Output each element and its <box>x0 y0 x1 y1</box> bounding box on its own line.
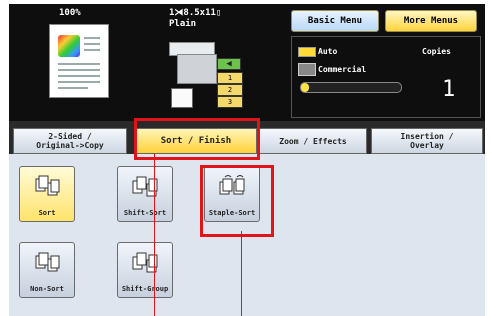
non-sort-icon <box>35 252 60 272</box>
sort-option[interactable]: Sort <box>19 166 75 222</box>
copier-machine-icon: ◀ 1 2 3 <box>169 42 243 118</box>
tab-2-sided[interactable]: 2-Sided / Original->Copy <box>13 128 127 154</box>
basic-menu-button[interactable]: Basic Menu <box>291 10 379 32</box>
original-mode-label: Commercial <box>318 65 367 74</box>
sort-icon <box>35 175 60 196</box>
sort-finish-tab-highlight <box>134 118 260 160</box>
non-sort-label: Non-Sort <box>30 285 64 293</box>
shift-sort-option[interactable]: Shift-Sort <box>117 166 173 222</box>
original-preview-icon <box>49 24 109 98</box>
staple-sort-highlight <box>200 165 274 237</box>
original-mode-icon <box>298 63 316 76</box>
copier-touch-panel: 100% 1⧕8.5x11▯ Plain ◀ 1 2 3 Basic Menu … <box>9 4 485 316</box>
status-panel: 100% 1⧕8.5x11▯ Plain ◀ 1 2 3 Basic Menu … <box>9 4 485 121</box>
tray-2: 2 <box>217 84 243 96</box>
output-arrow-icon: ◀ <box>217 58 241 70</box>
copy-settings-box: Auto Copies Commercial 1 <box>291 36 481 118</box>
tray-1: 1 <box>217 72 243 84</box>
shift-sort-label: Shift-Sort <box>123 209 167 217</box>
tab-zoom-effects[interactable]: Zoom / Effects <box>259 128 367 154</box>
density-slider[interactable] <box>300 82 402 93</box>
shift-group-option[interactable]: Shift-Group <box>117 242 173 298</box>
copies-count: 1 <box>442 77 456 102</box>
non-sort-option[interactable]: Non-Sort <box>19 242 75 298</box>
callout-line-tab <box>154 154 155 316</box>
more-menus-button[interactable]: More Menus <box>385 10 477 32</box>
shift-group-label: Shift-Group <box>121 285 169 293</box>
tab-insertion-overlay[interactable]: Insertion / Overlay <box>371 128 483 154</box>
copies-label: Copies <box>422 47 451 56</box>
sort-label: Sort <box>38 209 56 217</box>
zoom-ratio: 100% <box>59 8 81 18</box>
density-icon <box>298 47 316 57</box>
density-label: Auto <box>318 47 338 56</box>
callout-line-staple <box>241 231 242 316</box>
paper-info: 1⧕8.5x11▯ Plain <box>169 8 222 29</box>
tray-3: 3 <box>217 96 243 108</box>
sorted-stack-icon <box>171 88 193 108</box>
